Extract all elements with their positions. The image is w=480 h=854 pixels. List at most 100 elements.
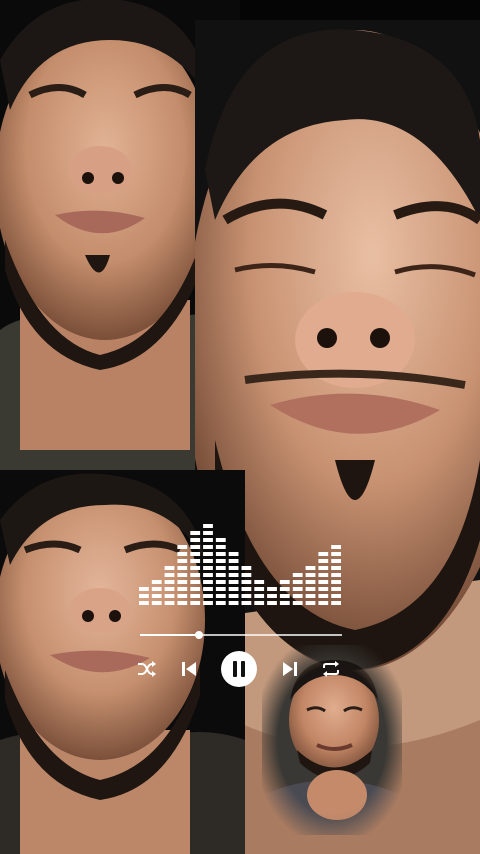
visualizer-segment bbox=[164, 580, 175, 584]
visualizer-segment bbox=[203, 580, 213, 584]
visualizer-segment bbox=[177, 573, 188, 577]
visualizer-column bbox=[190, 531, 201, 605]
visualizer-segment bbox=[254, 594, 265, 598]
visualizer-segment bbox=[215, 601, 226, 605]
visualizer-segment bbox=[254, 601, 265, 605]
visualizer-column bbox=[215, 538, 226, 605]
visualizer-segment bbox=[331, 552, 341, 556]
playback-controls bbox=[130, 648, 350, 690]
visualizer-segment bbox=[292, 601, 303, 605]
visualizer-segment bbox=[151, 580, 162, 584]
visualizer-column bbox=[139, 587, 149, 605]
visualizer-segment bbox=[215, 538, 226, 542]
next-track-button[interactable] bbox=[279, 659, 301, 679]
skip-previous-icon bbox=[182, 662, 196, 676]
visualizer-segment bbox=[164, 566, 175, 570]
visualizer-segment bbox=[228, 559, 239, 563]
visualizer-segment bbox=[241, 601, 252, 605]
visualizer-segment bbox=[190, 545, 201, 549]
visualizer-segment bbox=[228, 573, 239, 577]
visualizer-segment bbox=[318, 601, 329, 605]
visualizer-segment bbox=[318, 559, 329, 563]
visualizer-segment bbox=[305, 594, 316, 598]
visualizer-segment bbox=[305, 573, 316, 577]
visualizer-segment bbox=[292, 580, 303, 584]
visualizer-segment bbox=[215, 587, 226, 591]
visualizer-segment bbox=[331, 587, 341, 591]
visualizer-segment bbox=[151, 594, 162, 598]
visualizer-segment bbox=[190, 587, 201, 591]
visualizer-segment bbox=[177, 580, 188, 584]
visualizer-segment bbox=[228, 552, 239, 556]
visualizer-column bbox=[203, 524, 213, 605]
visualizer-segment bbox=[164, 587, 175, 591]
visualizer-column bbox=[151, 580, 162, 605]
visualizer-segment bbox=[215, 580, 226, 584]
visualizer-segment bbox=[254, 580, 265, 584]
skip-next-icon bbox=[283, 662, 297, 676]
visualizer-segment bbox=[279, 594, 290, 598]
visualizer-segment bbox=[203, 552, 213, 556]
visualizer-segment bbox=[318, 594, 329, 598]
visualizer-segment bbox=[241, 580, 252, 584]
visualizer-segment bbox=[318, 573, 329, 577]
visualizer-segment bbox=[331, 559, 341, 563]
visualizer-column bbox=[305, 566, 316, 605]
repeat-icon bbox=[323, 661, 339, 677]
visualizer-segment bbox=[139, 587, 149, 591]
visualizer-segment bbox=[203, 587, 213, 591]
play-pause-button[interactable] bbox=[221, 651, 257, 687]
visualizer-segment bbox=[190, 580, 201, 584]
visualizer-segment bbox=[331, 601, 341, 605]
visualizer-segment bbox=[190, 594, 201, 598]
previous-track-button[interactable] bbox=[178, 659, 200, 679]
visualizer-segment bbox=[241, 594, 252, 598]
visualizer-column bbox=[228, 552, 239, 605]
visualizer-segment bbox=[228, 601, 239, 605]
visualizer-segment bbox=[139, 601, 149, 605]
visualizer-column bbox=[331, 545, 341, 605]
visualizer-segment bbox=[215, 545, 226, 549]
visualizer-segment bbox=[305, 580, 316, 584]
seek-bar[interactable] bbox=[140, 631, 342, 639]
visualizer-segment bbox=[318, 587, 329, 591]
audio-visualizer bbox=[138, 520, 343, 605]
seek-bar-fill bbox=[140, 634, 199, 636]
visualizer-segment bbox=[267, 601, 277, 605]
visualizer-segment bbox=[305, 566, 316, 570]
visualizer-segment bbox=[177, 552, 188, 556]
visualizer-segment bbox=[318, 552, 329, 556]
visualizer-segment bbox=[267, 594, 277, 598]
visualizer-segment bbox=[203, 573, 213, 577]
visualizer-column bbox=[267, 587, 277, 605]
visualizer-segment bbox=[177, 559, 188, 563]
visualizer-segment bbox=[203, 524, 213, 528]
visualizer-segment bbox=[190, 566, 201, 570]
visualizer-segment bbox=[203, 601, 213, 605]
equalizer-bars bbox=[139, 524, 341, 605]
visualizer-segment bbox=[241, 566, 252, 570]
visualizer-segment bbox=[190, 552, 201, 556]
visualizer-segment bbox=[318, 566, 329, 570]
visualizer-segment bbox=[292, 594, 303, 598]
visualizer-segment bbox=[190, 601, 201, 605]
visualizer-column bbox=[254, 580, 265, 605]
visualizer-segment bbox=[190, 573, 201, 577]
visualizer-segment bbox=[215, 573, 226, 577]
visualizer-segment bbox=[228, 587, 239, 591]
visualizer-segment bbox=[177, 545, 188, 549]
music-player-screen bbox=[0, 0, 480, 854]
visualizer-segment bbox=[215, 552, 226, 556]
shuffle-button[interactable] bbox=[136, 659, 158, 679]
repeat-button[interactable] bbox=[319, 659, 343, 679]
visualizer-segment bbox=[267, 587, 277, 591]
visualizer-segment bbox=[292, 587, 303, 591]
visualizer-segment bbox=[228, 594, 239, 598]
visualizer-column bbox=[279, 580, 290, 605]
visualizer-segment bbox=[254, 587, 265, 591]
seek-bar-handle[interactable] bbox=[194, 631, 203, 639]
visualizer-segment bbox=[318, 580, 329, 584]
visualizer-segment bbox=[228, 580, 239, 584]
visualizer-segment bbox=[215, 594, 226, 598]
visualizer-column bbox=[318, 552, 329, 605]
